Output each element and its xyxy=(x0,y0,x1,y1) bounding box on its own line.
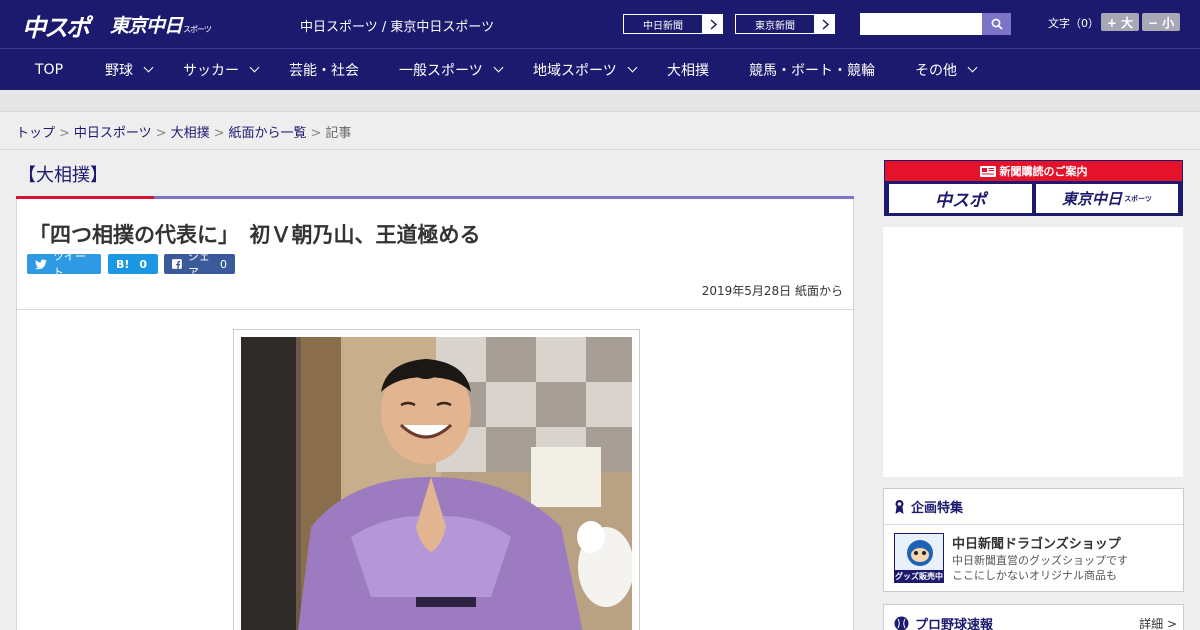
ext-link-label: 東京新聞 xyxy=(735,14,815,34)
font-size-label: 文字（0） xyxy=(1048,17,1099,30)
font-bigger-button[interactable]: + 大 xyxy=(1101,13,1139,31)
chuspo-logo[interactable]: 中スポ xyxy=(22,8,90,43)
facebook-share-label: シェア xyxy=(187,250,210,279)
chevron-down-icon xyxy=(627,62,638,73)
article-headline: 「四つ相撲の代表に」 初Ｖ朝乃山、王道極める xyxy=(29,223,481,247)
nav-label: 大相撲 xyxy=(667,62,709,79)
breadcrumb-link-chunichi-sports[interactable]: 中日スポーツ xyxy=(74,126,152,141)
subscription-tokyo-small: スポーツ xyxy=(1124,194,1152,203)
nav-label: その他 xyxy=(915,62,957,79)
breadcrumb-link-newspaper-list[interactable]: 紙面から一覧 xyxy=(229,126,307,141)
subscription-tokyo-chunichi: 東京中日 スポーツ xyxy=(1036,184,1178,213)
subscription-band-text: 新聞購読のご案内 xyxy=(999,165,1088,178)
tokyo-logo-small: スポーツ xyxy=(183,25,212,34)
shop-desc-line-1: 中日新聞直営のグッズショップです xyxy=(952,554,1128,567)
article-photo-frame xyxy=(233,329,640,630)
nav-item-soccer[interactable]: サッカー xyxy=(183,49,260,90)
subscription-tokyo-text: 東京中日 xyxy=(1062,190,1123,208)
breadcrumb: トップ > 中日スポーツ > 大相撲 > 紙面から一覧 > 記事 xyxy=(16,122,351,141)
nav-label: サッカー xyxy=(183,62,239,79)
chevron-down-icon xyxy=(143,62,154,73)
nav-item-top[interactable]: TOP xyxy=(35,49,63,90)
subscription-band: 新聞購読のご案内 xyxy=(885,161,1182,181)
breadcrumb-separator: > xyxy=(59,126,70,141)
article-dateline: 2019年5月28日 紙面から xyxy=(701,284,843,298)
hatena-bookmark-button[interactable]: B! 0 xyxy=(108,254,158,274)
nav-label: 地域スポーツ xyxy=(533,62,617,79)
dragons-shop-thumb-text: グッズ販売中 xyxy=(895,572,943,581)
dragons-shop-title: 中日新聞ドラゴンズショップ xyxy=(952,537,1121,552)
subscription-chuspo: 中スポ xyxy=(889,184,1032,213)
nav-item-racing[interactable]: 競馬・ボート・競輪 xyxy=(749,49,875,90)
nav-item-entertainment[interactable]: 芸能・社会 xyxy=(289,49,359,90)
facebook-icon xyxy=(172,259,182,269)
baseball-scores-widget: プロ野球速報 詳細 > xyxy=(883,604,1184,630)
chevron-right-icon xyxy=(815,14,835,34)
tweet-button[interactable]: ツイート xyxy=(27,250,101,279)
dragons-shop-thumbnail: グッズ販売中 xyxy=(894,533,944,583)
twitter-bird-icon xyxy=(35,259,47,269)
sub-header-strip xyxy=(0,90,1200,112)
chevron-down-icon xyxy=(249,62,260,73)
facebook-count: 0 xyxy=(220,257,227,271)
article-photo xyxy=(241,337,632,630)
search-icon xyxy=(991,18,1003,30)
breadcrumb-link-sumo[interactable]: 大相撲 xyxy=(171,126,210,141)
article-divider xyxy=(17,309,855,310)
article-category: 【大相撲】 xyxy=(18,165,108,186)
main-nav: TOP 野球 サッカー 芸能・社会 一般スポーツ 地域スポーツ 大相撲 競馬・ボ… xyxy=(0,48,1200,90)
nav-item-local-sports[interactable]: 地域スポーツ xyxy=(533,49,638,90)
breadcrumb-separator: > xyxy=(213,126,225,141)
nav-item-sumo[interactable]: 大相撲 xyxy=(667,49,709,90)
feature-widget: 企画特集 グッズ販売中 中日新聞ドラゴンズショップ 中日新聞直営のグッズショップ… xyxy=(883,488,1184,592)
dragons-shop-item[interactable]: グッズ販売中 中日新聞ドラゴンズショップ 中日新聞直営のグッズショップです ここ… xyxy=(884,525,1183,585)
breadcrumb-separator: > xyxy=(155,126,167,141)
nav-label: TOP xyxy=(35,61,64,78)
nav-label: 野球 xyxy=(105,62,133,79)
baseball-widget-title: プロ野球速報 xyxy=(915,617,994,630)
chunichi-shimbun-link[interactable]: 中日新聞 xyxy=(622,13,724,35)
site-header: 中スポ 東京中日スポーツ 中日スポーツ / 東京中日スポーツ 中日新聞 東京新聞… xyxy=(0,0,1200,48)
feature-widget-header: 企画特集 xyxy=(884,489,1183,525)
nav-label: 競馬・ボート・競輪 xyxy=(749,62,875,79)
hatena-bookmark-icon: B! xyxy=(116,257,130,271)
chevron-right-icon xyxy=(703,14,723,34)
shop-desc-line-2: ここにしかないオリジナル商品も xyxy=(952,569,1117,582)
hatena-count: 0 xyxy=(139,257,148,271)
font-smaller-button[interactable]: − 小 xyxy=(1142,13,1180,31)
chevron-down-icon xyxy=(967,62,978,73)
nav-item-general-sports[interactable]: 一般スポーツ xyxy=(399,49,504,90)
newspaper-subscription-banner[interactable]: 新聞購読のご案内 中スポ 東京中日 スポーツ xyxy=(884,160,1183,216)
breadcrumb-bar: トップ > 中日スポーツ > 大相撲 > 紙面から一覧 > 記事 xyxy=(0,112,1200,150)
dragons-shop-description: 中日新聞直営のグッズショップです ここにしかないオリジナル商品も xyxy=(952,553,1128,583)
baseball-icon xyxy=(894,616,909,630)
breadcrumb-separator: > xyxy=(310,126,322,141)
feature-widget-title: 企画特集 xyxy=(911,501,964,516)
site-tagline: 中日スポーツ / 東京中日スポーツ xyxy=(300,20,495,35)
advertisement-slot xyxy=(883,227,1183,477)
tokyo-shimbun-link[interactable]: 東京新聞 xyxy=(734,13,836,35)
baseball-widget-header: プロ野球速報 詳細 > xyxy=(884,605,1183,630)
chevron-down-icon xyxy=(493,62,504,73)
nav-label: 芸能・社会 xyxy=(289,62,359,79)
tokyo-logo-text: 東京中日 xyxy=(110,15,183,37)
search-button[interactable] xyxy=(982,13,1011,35)
baseball-detail-link[interactable]: 詳細 > xyxy=(1139,615,1177,630)
search-input[interactable] xyxy=(860,13,984,35)
facebook-share-button[interactable]: シェア 0 xyxy=(164,250,235,279)
breadcrumb-link-top[interactable]: トップ xyxy=(16,126,55,141)
newspaper-icon xyxy=(979,165,996,177)
ext-link-label: 中日新聞 xyxy=(623,14,703,34)
nav-label: 一般スポーツ xyxy=(399,62,483,79)
tweet-label: ツイート xyxy=(52,250,86,279)
ribbon-icon xyxy=(895,500,904,514)
nav-item-others[interactable]: その他 xyxy=(915,49,978,90)
article-body: 「四つ相撲の代表に」 初Ｖ朝乃山、王道極める ツイート B! 0 シェア 0 2… xyxy=(16,199,855,630)
nav-item-baseball[interactable]: 野球 xyxy=(105,49,154,90)
breadcrumb-current: 記事 xyxy=(325,126,352,141)
tokyo-chunichi-logo[interactable]: 東京中日スポーツ xyxy=(110,11,212,38)
sumo-wrestler-photo xyxy=(241,337,632,630)
